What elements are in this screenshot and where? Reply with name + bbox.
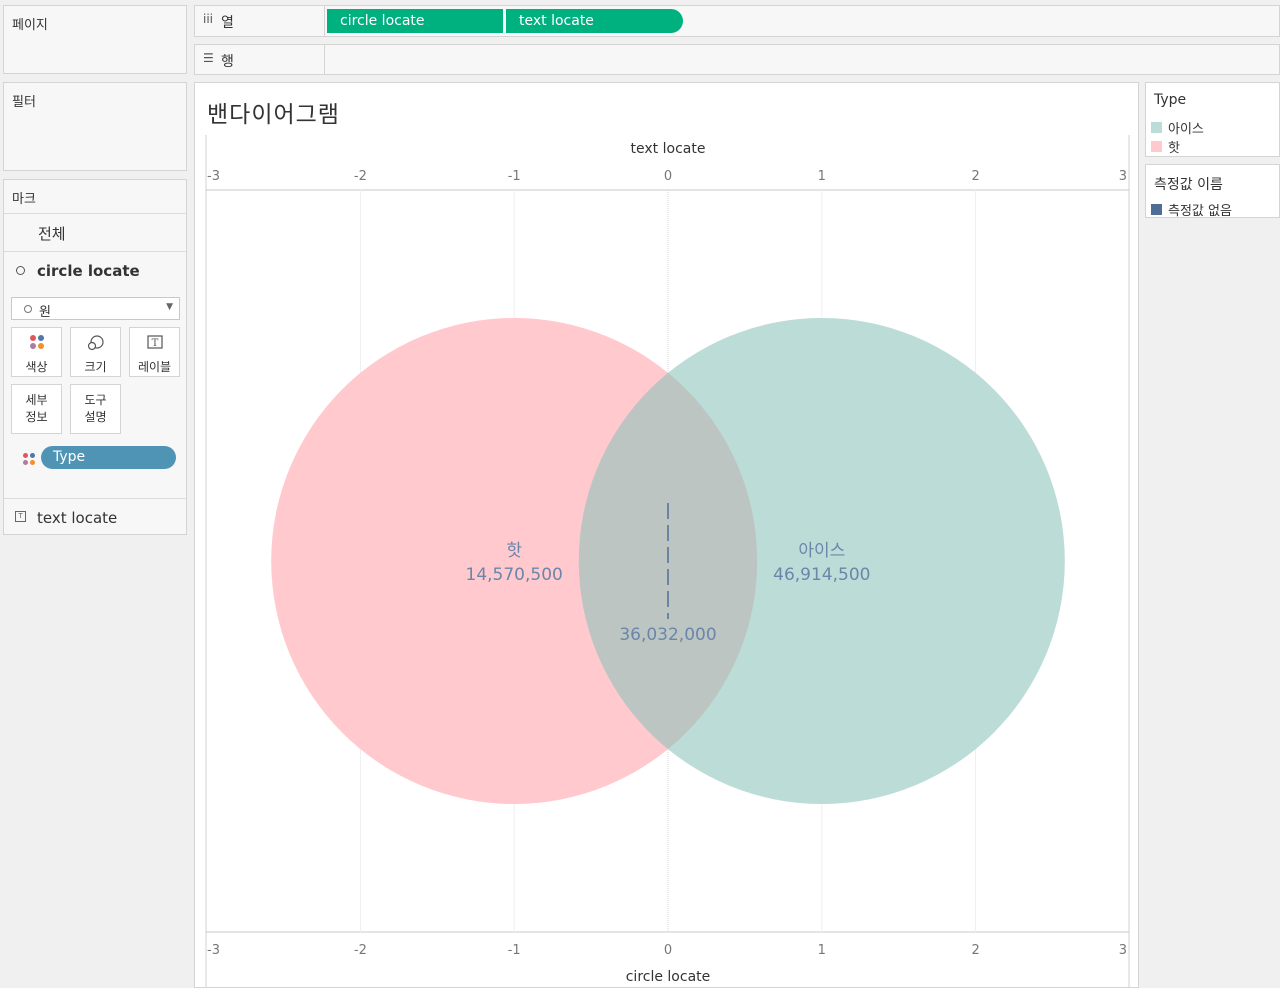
mark-type-value: 원 bbox=[39, 305, 51, 320]
tooltip-label-line2: 설명 bbox=[84, 410, 107, 424]
top-tick-label: -2 bbox=[354, 169, 367, 184]
circle-mark-icon bbox=[24, 305, 32, 313]
marks-title: 마크 bbox=[12, 192, 36, 207]
color-dots-icon bbox=[22, 452, 36, 466]
color-button-label: 색상 bbox=[25, 360, 48, 374]
top-axis-title: text locate bbox=[631, 141, 706, 157]
rows-icon: ☰ bbox=[203, 51, 214, 65]
venn-chart[interactable]: -3 -3 -2 -2 -1 -1 0 0 1 1 2 2 3 3 text locate circle lo… bbox=[195, 83, 1140, 988]
marks-layer-text-label: text locate bbox=[37, 509, 118, 527]
legend-swatch bbox=[1151, 204, 1162, 215]
bottom-tick-label: -2 bbox=[354, 943, 367, 958]
label-button[interactable]: T 레이블 bbox=[129, 327, 180, 377]
bottom-tick-label: -1 bbox=[508, 943, 521, 958]
columns-icon: iii bbox=[203, 12, 214, 26]
marks-all-label: 전체 bbox=[38, 225, 66, 243]
top-tick-label: -3 bbox=[207, 169, 220, 184]
top-tick-label: -1 bbox=[508, 169, 521, 184]
detail-label-line2: 정보 bbox=[25, 410, 48, 424]
label-button-label: 레이블 bbox=[137, 360, 172, 374]
rows-shelf[interactable]: ☰ 행 bbox=[194, 44, 1280, 75]
size-icon bbox=[71, 334, 120, 352]
detail-label-line1: 세부 bbox=[25, 393, 48, 407]
tooltip-button[interactable]: 도구 설명 bbox=[70, 384, 121, 434]
legend-swatch bbox=[1151, 141, 1162, 152]
svg-text:T: T bbox=[151, 338, 158, 349]
marks-layer-circle-label: circle locate bbox=[37, 262, 140, 280]
columns-label: 열 bbox=[221, 15, 234, 31]
data-label-name: 핫 bbox=[506, 541, 522, 561]
text-label-icon: T bbox=[130, 334, 179, 352]
columns-shelf[interactable]: iii 열 circle locate text locate bbox=[194, 5, 1280, 37]
mark-type-dropdown[interactable]: 원 ▼ bbox=[11, 297, 180, 320]
pages-shelf[interactable]: 페이지 bbox=[3, 5, 187, 74]
detail-button[interactable]: 세부 정보 bbox=[11, 384, 62, 434]
top-tick-label: 2 bbox=[971, 169, 979, 184]
bottom-axis-title: circle locate bbox=[626, 969, 711, 985]
legend-label: 아이스 bbox=[1168, 122, 1204, 137]
text-mark-icon: T bbox=[15, 511, 26, 522]
chevron-down-icon: ▼ bbox=[166, 302, 173, 312]
top-tick-label: 1 bbox=[818, 169, 826, 184]
size-button[interactable]: 크기 bbox=[70, 327, 121, 377]
bottom-tick-label: 2 bbox=[971, 943, 979, 958]
measure-legend-title: 측정값 이름 bbox=[1154, 177, 1223, 193]
marks-layer-circle-locate[interactable]: circle locate bbox=[4, 251, 186, 289]
viz-canvas[interactable]: 밴다이어그램 -3 -3 -2 -2 -1 -1 0 0 1 1 2 2 3 3 text locate ci… bbox=[194, 82, 1139, 988]
bottom-tick-label: 3 bbox=[1119, 943, 1127, 958]
tooltip-label-line1: 도구 bbox=[84, 393, 107, 407]
filters-title: 필터 bbox=[12, 95, 36, 110]
data-label-value: 46,914,500 bbox=[773, 565, 870, 585]
top-tick-label: 3 bbox=[1119, 169, 1127, 184]
bottom-tick-label: -3 bbox=[207, 943, 220, 958]
marks-layer-text-locate[interactable]: T text locate bbox=[4, 498, 186, 535]
filters-shelf[interactable]: 필터 bbox=[3, 82, 187, 171]
data-label-value: 14,570,500 bbox=[466, 565, 563, 585]
column-pill-text-locate[interactable]: text locate bbox=[506, 9, 683, 33]
marks-card: 마크 전체 circle locate 원 ▼ 색상 크기 T 레이블 세부 정… bbox=[3, 179, 187, 535]
bottom-tick-label: 0 bbox=[664, 943, 672, 958]
type-color-pill[interactable]: Type bbox=[41, 446, 176, 469]
column-pill-circle-locate[interactable]: circle locate bbox=[327, 9, 503, 33]
data-label-value: 36,032,000 bbox=[619, 625, 716, 645]
bottom-tick-label: 1 bbox=[818, 943, 826, 958]
legend-label: 측정값 없음 bbox=[1168, 204, 1232, 219]
circle-mark-icon bbox=[16, 266, 25, 275]
marks-layer-all[interactable]: 전체 bbox=[4, 213, 186, 251]
data-label-name: 아이스 bbox=[798, 541, 845, 561]
legend-swatch bbox=[1151, 122, 1162, 133]
type-legend[interactable]: Type 아이스 핫 bbox=[1145, 82, 1280, 157]
color-dots-icon bbox=[12, 334, 61, 352]
measure-names-legend[interactable]: 측정값 이름 측정값 없음 bbox=[1145, 164, 1280, 219]
size-button-label: 크기 bbox=[84, 360, 107, 374]
type-legend-title: Type bbox=[1154, 92, 1187, 108]
rows-label: 행 bbox=[221, 54, 234, 70]
pages-title: 페이지 bbox=[12, 18, 48, 33]
legend-label: 핫 bbox=[1168, 141, 1180, 156]
color-button[interactable]: 색상 bbox=[11, 327, 62, 377]
top-tick-label: 0 bbox=[664, 169, 672, 184]
